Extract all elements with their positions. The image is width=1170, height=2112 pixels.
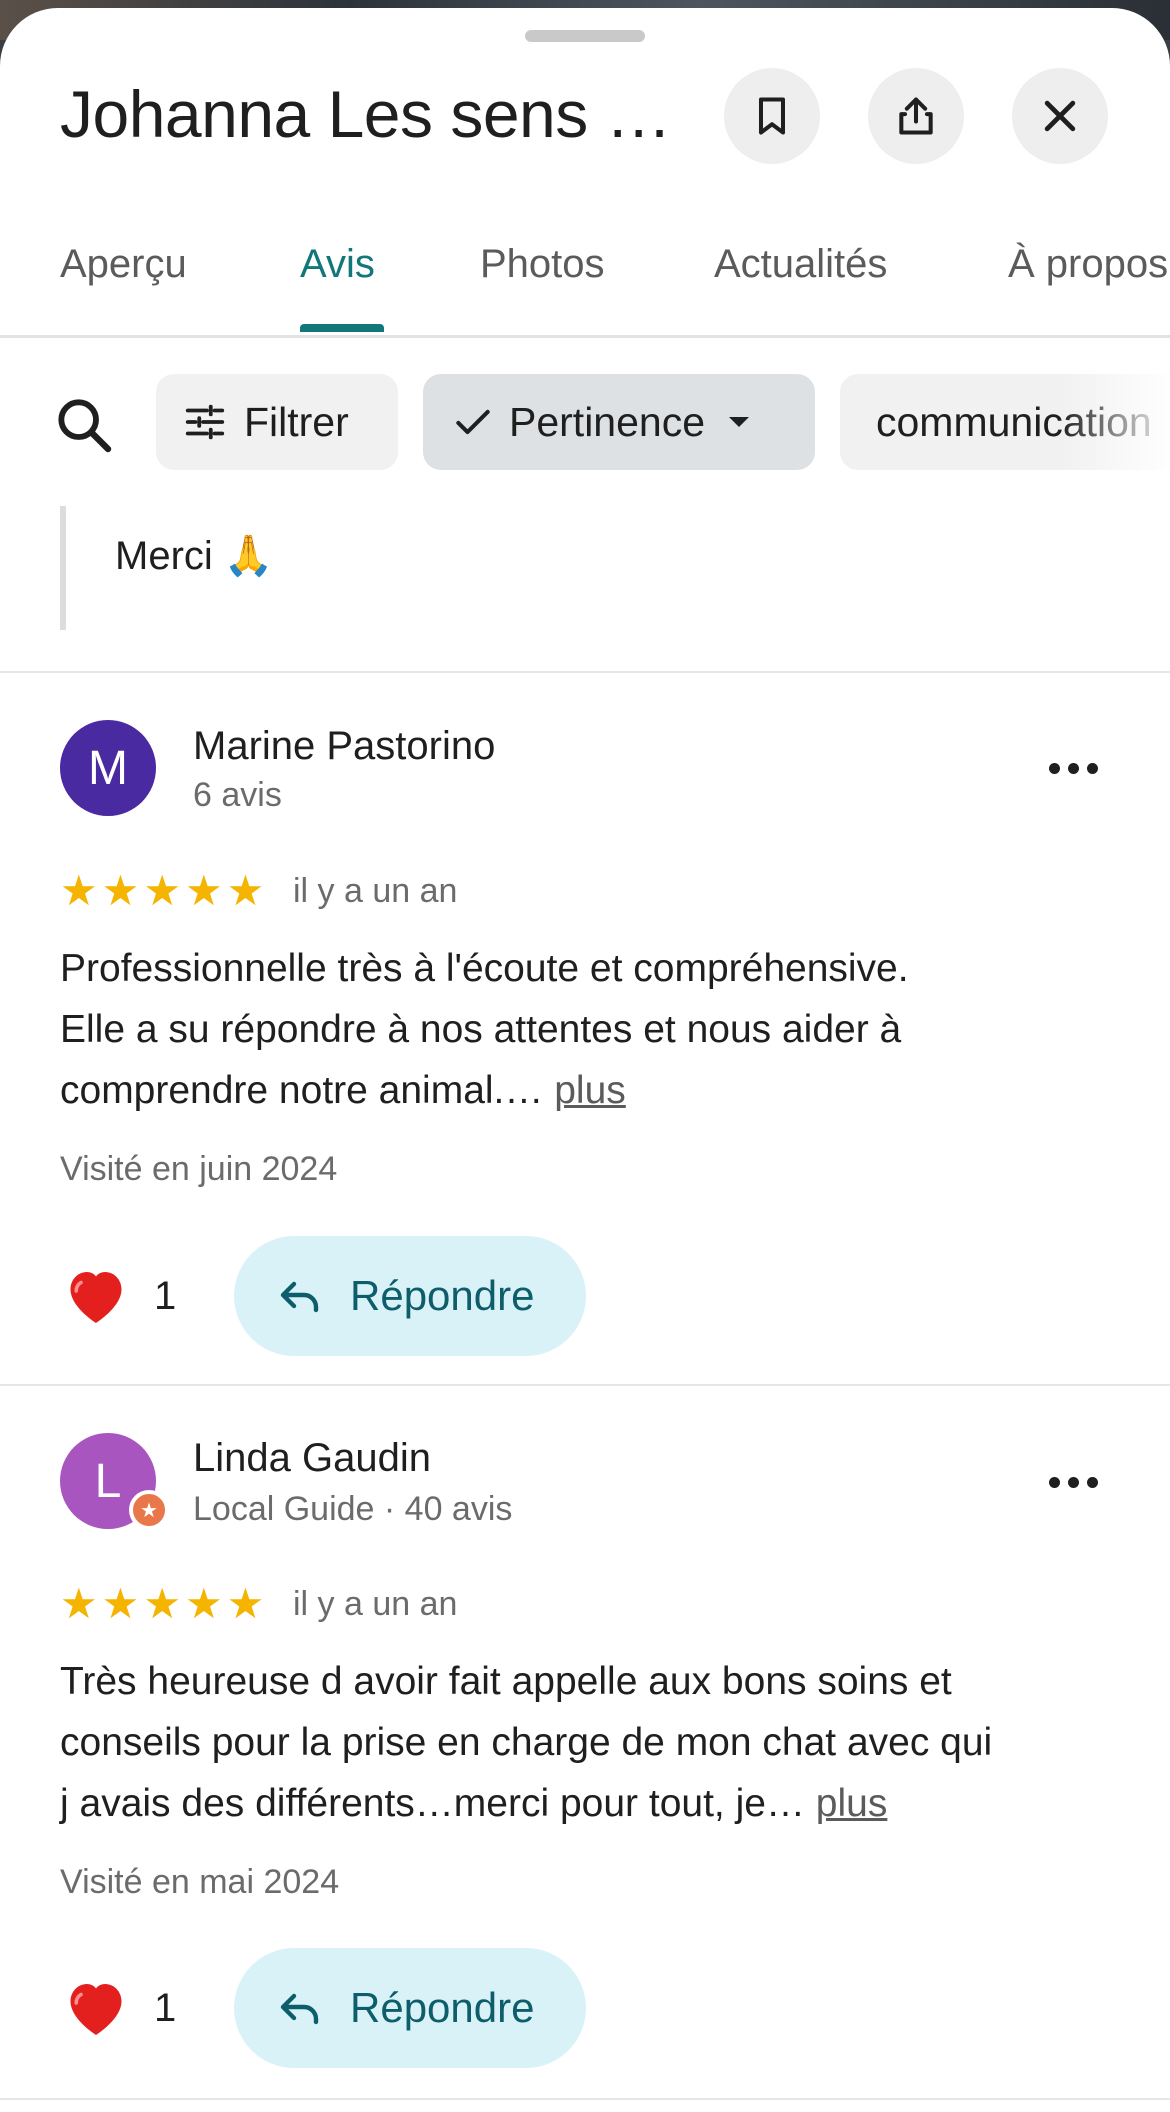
tab-photos[interactable]: Photos [480, 242, 605, 287]
dot-icon [1048, 1476, 1060, 1488]
review-time: il y a un an [293, 872, 458, 910]
dot-icon [1067, 762, 1079, 774]
star-icon: ★ [143, 867, 181, 914]
tab-apercu[interactable]: Aperçu [60, 242, 187, 287]
reviewer-meta: 6 avis [193, 776, 282, 814]
chip-scroll-fade [1060, 374, 1170, 470]
divider [0, 2098, 1170, 2100]
heart-icon[interactable] [60, 1972, 132, 2044]
divider [0, 671, 1170, 673]
reply-label: Répondre [350, 1272, 535, 1319]
close-button[interactable] [1012, 68, 1108, 164]
star-icon: ★ [101, 867, 140, 914]
review-text-line: j avais des différents…merci pour tout, … [60, 1782, 805, 1825]
review-time: il y a un an [293, 1585, 458, 1623]
search-icon[interactable] [52, 393, 116, 457]
avatar[interactable]: M [60, 720, 156, 816]
bookmark-icon [758, 97, 786, 135]
active-tab-indicator [300, 324, 384, 332]
tab-avis[interactable]: Avis [300, 242, 375, 287]
star-icon: ★ [226, 867, 265, 914]
review-text-line: Professionnelle très à l'écoute et compr… [60, 947, 909, 990]
reviewer-name[interactable]: Linda Gaudin [193, 1436, 431, 1481]
divider [0, 1384, 1170, 1386]
visit-date: Visité en mai 2024 [60, 1863, 340, 1901]
dropdown-arrow-icon [729, 417, 750, 427]
tab-bar: Aperçu Avis Photos Actualités À propos [0, 208, 1170, 338]
visit-date: Visité en juin 2024 [60, 1150, 338, 1188]
reply-button[interactable]: Répondre [234, 1948, 586, 2068]
more-options-button[interactable] [1036, 1452, 1110, 1512]
star-icon: ★ [226, 1580, 265, 1627]
drag-handle[interactable] [525, 30, 645, 42]
dot-icon [1086, 762, 1098, 774]
sort-label: Pertinence [509, 398, 706, 445]
more-link[interactable]: plus [816, 1782, 888, 1825]
more-options-button[interactable] [1036, 738, 1110, 798]
star-icon: ★ [143, 1580, 181, 1627]
dot-icon [1048, 762, 1060, 774]
reply-button[interactable]: Répondre [234, 1236, 586, 1356]
place-sheet: Johanna Les sens a… Aperçu Avis Photos A… [0, 8, 1170, 2112]
review-text-line: conseils pour la prise en charge de mon … [60, 1721, 993, 1764]
star-icon: ★ [184, 1580, 223, 1627]
reviewer-meta: Local Guide · 40 avis [193, 1490, 513, 1528]
sort-chip[interactable]: Pertinence [423, 374, 815, 470]
heart-icon[interactable] [60, 1260, 132, 1332]
dot-icon [1067, 1476, 1079, 1488]
tab-actualites[interactable]: Actualités [714, 242, 887, 287]
tune-icon [185, 404, 225, 440]
review-text-line: comprendre notre animal.… [60, 1069, 544, 1112]
like-count: 1 [154, 1274, 177, 1318]
star-icon: ★ [101, 1580, 140, 1627]
reviewer-name[interactable]: Marine Pastorino [193, 724, 495, 769]
reply-arrow-icon [280, 1993, 319, 2025]
save-button[interactable] [724, 68, 820, 164]
review-text: Professionnelle très à l'écoute et compr… [60, 938, 1120, 1121]
tab-a-propos[interactable]: À propos [1008, 242, 1168, 287]
star-rating: ★ ★ ★ ★ ★ [60, 1579, 264, 1628]
check-icon [456, 409, 490, 435]
share-icon [899, 97, 933, 135]
reply-label: Répondre [350, 1984, 535, 2031]
owner-reply-bar [60, 506, 66, 630]
star-rating: ★ ★ ★ ★ ★ [60, 866, 264, 915]
local-guide-star-icon: ★ [129, 1490, 169, 1530]
close-icon [1044, 100, 1076, 132]
review-text: Très heureuse d avoir fait appelle aux b… [60, 1651, 1120, 1834]
review-text-line: Elle a su répondre à nos attentes et nou… [60, 1008, 902, 1051]
dot-icon [1086, 1476, 1098, 1488]
like-count: 1 [154, 1986, 177, 2030]
owner-reply-text: Merci 🙏 [115, 534, 274, 578]
star-icon: ★ [184, 867, 223, 914]
filter-label: Filtrer [244, 398, 349, 445]
star-icon: ★ [60, 867, 98, 914]
place-title: Johanna Les sens a… [60, 77, 700, 151]
filter-chip[interactable]: Filtrer [156, 374, 398, 470]
more-link[interactable]: plus [554, 1069, 626, 1112]
reply-arrow-icon [280, 1281, 319, 1313]
share-button[interactable] [868, 68, 964, 164]
review-text-line: Très heureuse d avoir fait appelle aux b… [60, 1660, 952, 1703]
star-icon: ★ [60, 1580, 98, 1627]
